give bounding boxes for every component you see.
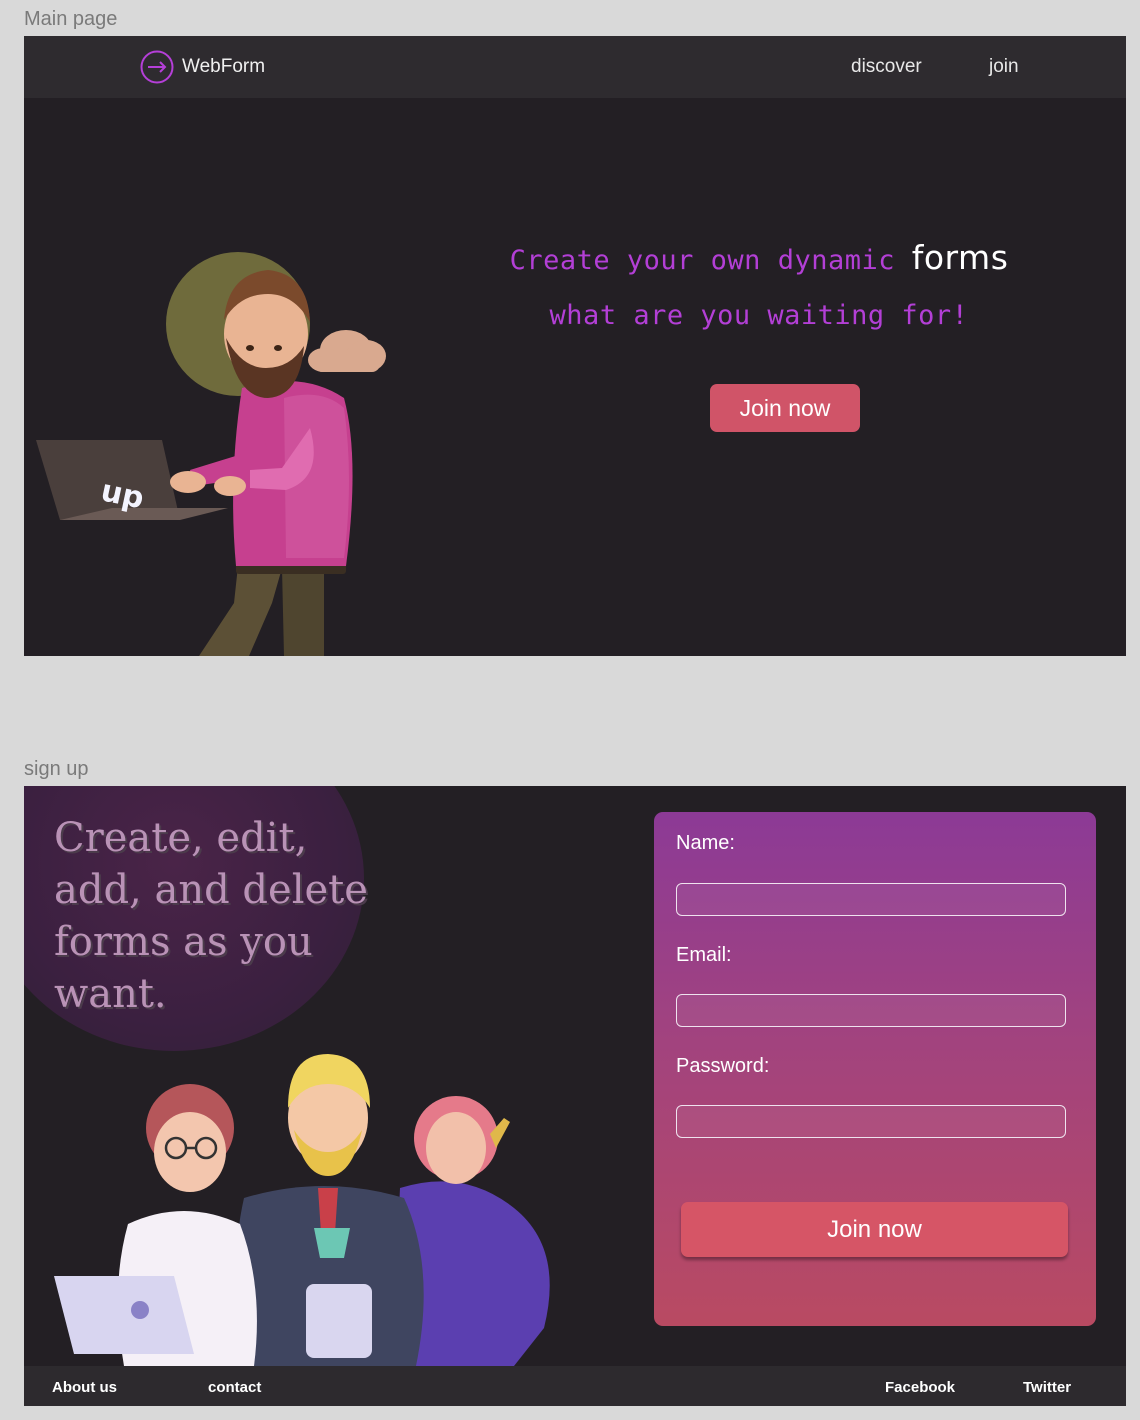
man-with-laptop-illustration: up (36, 252, 386, 656)
signup-form: Name: Email: Password: Join now (654, 812, 1096, 1326)
footer-about-link[interactable]: About us (52, 1379, 117, 1396)
frame-label-signup: sign up (24, 758, 89, 780)
email-input[interactable] (676, 994, 1066, 1027)
name-input[interactable] (676, 883, 1066, 916)
email-label: Email: (676, 944, 732, 966)
footer-contact-link[interactable]: contact (208, 1379, 261, 1396)
signup-join-now-button[interactable]: Join now (681, 1202, 1068, 1257)
signup-page-frame: Create, edit, add, and delete forms as y… (24, 786, 1126, 1406)
logo[interactable]: WebForm (140, 50, 265, 84)
promo-headline: Create, edit, add, and delete forms as y… (54, 815, 368, 1017)
hero-join-now-button[interactable]: Join now (710, 384, 860, 432)
footer-facebook-link[interactable]: Facebook (885, 1379, 955, 1396)
hero-headline: Create your own dynamic forms (409, 238, 1109, 277)
footer: About us contact Facebook Twitter (24, 1366, 1126, 1406)
password-label: Password: (676, 1055, 770, 1077)
navbar: WebForm discover join (24, 36, 1126, 98)
hero-subheadline: what are you waiting for! (549, 300, 969, 331)
name-label: Name: (676, 832, 735, 854)
hero-headline-text: Create your own dynamic (509, 245, 895, 276)
frame-label-main: Main page (24, 8, 118, 30)
arrow-circle-icon (140, 50, 174, 84)
nav-discover-link[interactable]: discover (851, 56, 922, 78)
logo-text: WebForm (182, 56, 266, 77)
hero-headline-accent: forms (911, 238, 1009, 277)
password-input[interactable] (676, 1105, 1066, 1138)
nav-join-link[interactable]: join (989, 56, 1019, 78)
footer-twitter-link[interactable]: Twitter (1023, 1379, 1071, 1396)
team-illustration (54, 1054, 550, 1366)
main-page-frame: WebForm discover join up Create your own… (24, 36, 1126, 656)
